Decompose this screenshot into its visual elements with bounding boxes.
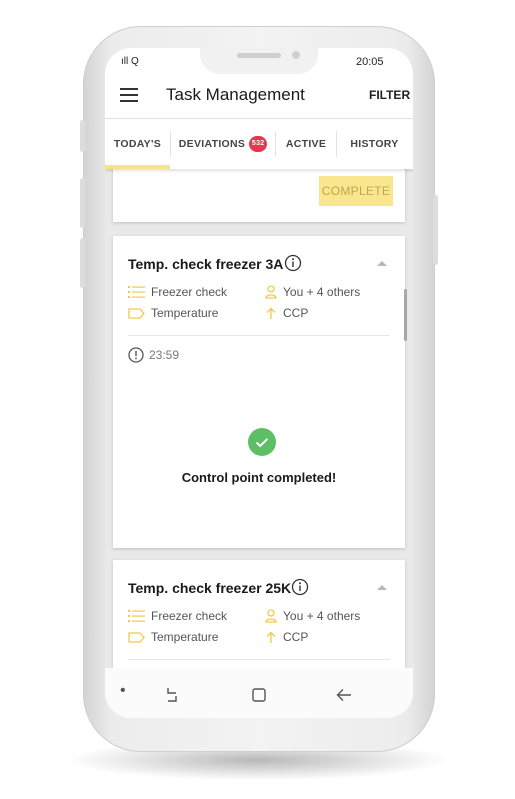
- nav-dot: •: [120, 682, 126, 699]
- task-title: Temp. check freezer 3A: [128, 256, 284, 272]
- deadline: 23:59: [128, 347, 179, 363]
- task-list[interactable]: COMPLETE Temp. check freezer 3A Freezer: [105, 169, 413, 668]
- type-meta: Temperature: [128, 306, 218, 320]
- assignee-meta: You + 4 others: [265, 609, 360, 623]
- tab-todays-label: TODAY'S: [113, 138, 162, 150]
- collapse-caret-icon[interactable]: [377, 261, 387, 266]
- signal-indicator: ıll Q: [121, 56, 139, 67]
- side-button-left-2: [80, 178, 85, 228]
- notch: [200, 48, 318, 74]
- category-text: CCP: [283, 630, 309, 644]
- checklist-name: Freezer check: [151, 609, 228, 623]
- task-type: Temperature: [151, 306, 219, 320]
- info-icon[interactable]: [291, 578, 309, 601]
- filter-button[interactable]: FILTER: [369, 88, 410, 102]
- side-button-right: [433, 195, 438, 265]
- alert-clock-icon: [128, 347, 144, 363]
- tag-icon: [128, 307, 145, 319]
- task-card-previous: COMPLETE: [113, 169, 405, 222]
- tag-icon: [128, 631, 145, 643]
- scrollbar[interactable]: [404, 289, 407, 341]
- arrow-up-icon: [266, 307, 276, 319]
- collapse-caret-icon[interactable]: [377, 585, 387, 590]
- arrow-up-icon: [266, 631, 276, 643]
- clock: 20:05: [356, 56, 384, 68]
- tab-active[interactable]: ACTIVE: [276, 119, 336, 169]
- speaker: [237, 53, 281, 58]
- app-bar: Task Management FILTER: [105, 74, 413, 119]
- category-meta: CCP: [265, 630, 308, 644]
- phone-screen: ıll Q 20:05 Task Management FILTER TODAY…: [105, 48, 413, 718]
- type-meta: Temperature: [128, 630, 218, 644]
- tab-deviations-label: DEVIATIONS: [178, 138, 246, 150]
- info-icon[interactable]: [284, 254, 302, 277]
- tab-history[interactable]: HISTORY: [337, 119, 412, 169]
- back-arrow-icon[interactable]: [336, 688, 352, 707]
- page-title: Task Management: [166, 85, 305, 104]
- side-button-left-1: [80, 120, 85, 152]
- card-divider: [128, 659, 390, 660]
- tab-history-label: HISTORY: [350, 138, 399, 150]
- tab-todays[interactable]: TODAY'S: [105, 119, 170, 169]
- task-card[interactable]: Temp. check freezer 3A Freezer check You…: [113, 236, 405, 548]
- list-icon: [128, 610, 145, 622]
- category-text: CCP: [283, 306, 309, 320]
- person-icon: [265, 285, 277, 299]
- deviations-count-badge: 532: [249, 136, 268, 152]
- task-type: Temperature: [151, 630, 219, 644]
- recents-icon[interactable]: [165, 687, 179, 707]
- home-square-icon[interactable]: [252, 688, 266, 707]
- side-button-left-3: [80, 238, 85, 288]
- tab-bar: TODAY'S DEVIATIONS 532 ACTIVE HISTORY: [105, 119, 413, 169]
- check-circle-icon: [248, 428, 276, 456]
- assignee-text: You + 4 others: [283, 285, 361, 299]
- list-icon: [128, 286, 145, 298]
- category-meta: CCP: [265, 306, 308, 320]
- deadline-time: 23:59: [149, 348, 180, 362]
- card-divider: [128, 335, 390, 336]
- assignee-meta: You + 4 others: [265, 285, 360, 299]
- assignee-text: You + 4 others: [283, 609, 361, 623]
- person-icon: [265, 609, 277, 623]
- task-card[interactable]: Temp. check freezer 25K Freezer check Yo…: [113, 560, 405, 668]
- checklist-name: Freezer check: [151, 285, 228, 299]
- tab-active-label: ACTIVE: [285, 138, 327, 150]
- checklist-meta: Freezer check: [128, 285, 227, 299]
- task-title: Temp. check freezer 25K: [128, 580, 292, 596]
- hamburger-menu-icon[interactable]: [120, 88, 138, 107]
- status-bar: ıll Q 20:05: [105, 48, 413, 74]
- tab-deviations[interactable]: DEVIATIONS 532: [171, 119, 275, 169]
- completion-message: Control point completed!: [181, 470, 337, 485]
- checklist-meta: Freezer check: [128, 609, 227, 623]
- system-nav-bar: •: [105, 668, 413, 718]
- complete-button[interactable]: COMPLETE: [319, 176, 393, 206]
- camera: [292, 51, 300, 59]
